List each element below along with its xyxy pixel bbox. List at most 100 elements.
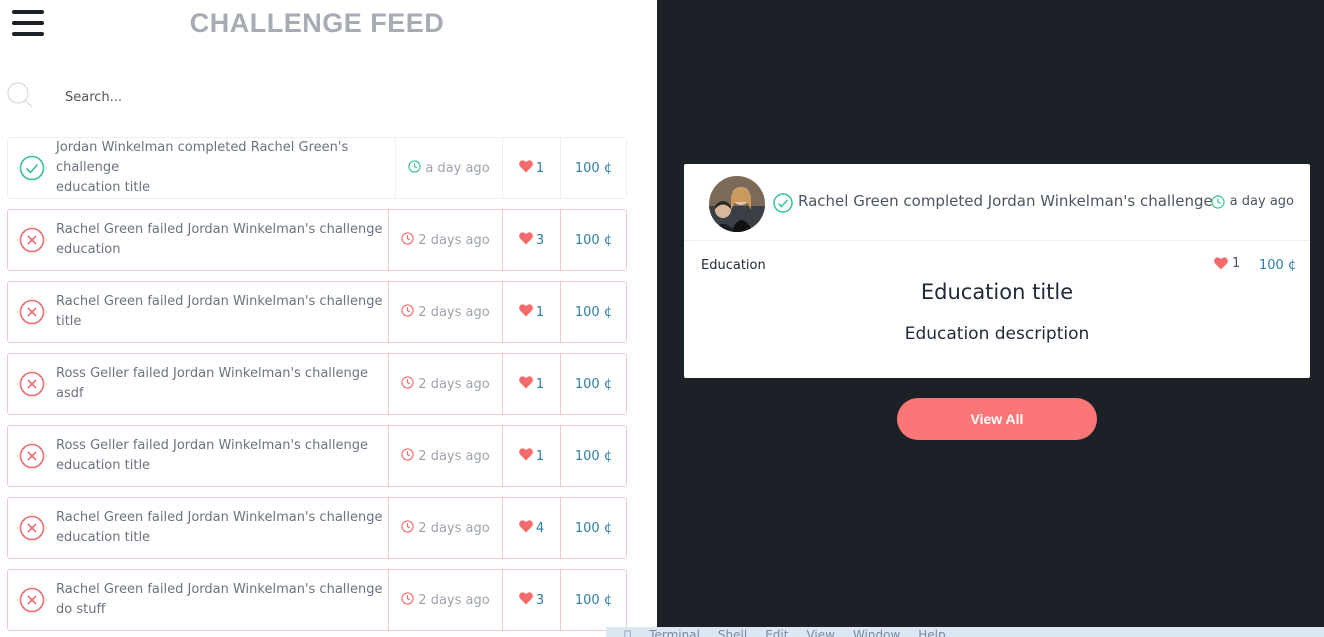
feed-row-time: 2 days ago <box>388 498 502 558</box>
feed-row-challenge: education title <box>56 530 151 545</box>
coin-value: 100 ¢ <box>560 354 626 414</box>
feed-row-text: Rachel Green failed Jordan Winkelman's c… <box>56 570 388 630</box>
feed-row-time: a day ago <box>395 138 502 198</box>
coin-value: 100 ¢ <box>560 570 626 630</box>
feed-row-challenge: education title <box>56 180 151 195</box>
search-input[interactable] <box>56 82 616 112</box>
coin-value: 100 ¢ <box>560 426 626 486</box>
like-button[interactable]: 1 <box>502 282 560 342</box>
os-menu-item[interactable]: Help <box>918 628 945 637</box>
x-circle-icon <box>8 282 56 342</box>
card-coins: 100 ¢ <box>1259 258 1297 273</box>
like-button[interactable]: 1 <box>502 138 560 198</box>
clock-icon <box>401 591 414 609</box>
feed-row-action: Ross Geller failed Jordan Winkelman's ch… <box>56 438 368 453</box>
heart-icon <box>519 303 533 321</box>
heart-icon <box>519 375 533 393</box>
card-category: Education <box>701 258 766 273</box>
feed-row-time: 2 days ago <box>388 570 502 630</box>
challenge-detail-card: Rachel Green completed Jordan Winkelman'… <box>684 164 1310 378</box>
feed-row[interactable]: Jordan Winkelman completed Rachel Green'… <box>7 137 627 199</box>
heart-icon <box>519 159 533 177</box>
like-button[interactable]: 3 <box>502 210 560 270</box>
feed-row[interactable]: Ross Geller failed Jordan Winkelman's ch… <box>7 425 627 487</box>
card-time-label: a day ago <box>1229 194 1294 209</box>
feed-row-time-label: 2 days ago <box>418 592 490 608</box>
feed-row-time-label: 2 days ago <box>418 448 490 464</box>
heart-icon <box>1214 257 1228 270</box>
card-title: Education title <box>920 280 1074 304</box>
feed-row-text: Rachel Green failed Jordan Winkelman's c… <box>56 498 388 558</box>
clock-icon <box>401 231 414 249</box>
feed-row-time: 2 days ago <box>388 426 502 486</box>
feed-row-challenge: education title <box>56 458 151 473</box>
feed-row-action: Rachel Green failed Jordan Winkelman's c… <box>56 582 383 597</box>
like-count: 4 <box>535 520 545 536</box>
os-menu-item[interactable]: View <box>806 628 834 637</box>
clock-icon <box>1211 194 1225 209</box>
card-description: Education description <box>904 324 1090 344</box>
check-circle-icon <box>8 138 56 198</box>
os-menu-item[interactable]: Shell <box>718 628 747 637</box>
page-title: CHALLENGE FEED <box>189 8 445 38</box>
feed-row-text: Jordan Winkelman completed Rachel Green'… <box>56 138 395 198</box>
os-menu-bar:  Terminal Shell Edit View Window Help <box>606 627 1324 637</box>
check-circle-icon <box>773 193 793 213</box>
like-button[interactable]: 3 <box>502 570 560 630</box>
like-button[interactable]: 1 <box>502 426 560 486</box>
like-count: 1 <box>535 448 545 464</box>
like-button[interactable]: 4 <box>502 498 560 558</box>
feed-row-challenge: do stuff <box>56 602 106 617</box>
coin-value: 100 ¢ <box>560 138 626 198</box>
feed-list: Jordan Winkelman completed Rachel Green'… <box>7 137 627 637</box>
feed-row-action: Rachel Green failed Jordan Winkelman's c… <box>56 222 383 237</box>
os-menu-item[interactable]: Window <box>853 628 900 637</box>
like-button[interactable]: 1 <box>502 354 560 414</box>
x-circle-icon <box>8 570 56 630</box>
heart-icon <box>519 519 533 537</box>
avatar[interactable] <box>709 176 765 232</box>
detail-panel: Rachel Green completed Jordan Winkelman'… <box>657 0 1324 637</box>
clock-icon <box>401 375 414 393</box>
feed-row-time: 2 days ago <box>388 354 502 414</box>
x-circle-icon <box>8 210 56 270</box>
like-count: 1 <box>535 376 545 392</box>
feed-row-text: Ross Geller failed Jordan Winkelman's ch… <box>56 354 388 414</box>
x-circle-icon <box>8 354 56 414</box>
card-header: Rachel Green completed Jordan Winkelman'… <box>684 164 1310 241</box>
like-count: 1 <box>535 304 545 320</box>
x-circle-icon <box>8 498 56 558</box>
os-menu-item[interactable]: Terminal <box>649 628 700 637</box>
view-all-button[interactable]: View All <box>897 398 1097 440</box>
feed-row-time: 2 days ago <box>388 210 502 270</box>
feed-row[interactable]: Ross Geller failed Jordan Winkelman's ch… <box>7 353 627 415</box>
feed-row-action: Rachel Green failed Jordan Winkelman's c… <box>56 294 383 309</box>
search-icon[interactable] <box>7 82 33 108</box>
feed-row-time-label: 2 days ago <box>418 304 490 320</box>
card-like-count: 1 <box>1232 256 1241 271</box>
feed-row-challenge: education <box>56 242 121 257</box>
clock-icon <box>401 519 414 537</box>
apple-icon[interactable]:  <box>624 628 631 637</box>
feed-row-action: Ross Geller failed Jordan Winkelman's ch… <box>56 366 368 381</box>
feed-row[interactable]: Rachel Green failed Jordan Winkelman's c… <box>7 569 627 631</box>
feed-row-text: Ross Geller failed Jordan Winkelman's ch… <box>56 426 388 486</box>
feed-row[interactable]: Rachel Green failed Jordan Winkelman's c… <box>7 209 627 271</box>
feed-row[interactable]: Rachel Green failed Jordan Winkelman's c… <box>7 497 627 559</box>
x-circle-icon <box>8 426 56 486</box>
card-like-button[interactable]: 1 <box>1214 256 1240 271</box>
coin-value: 100 ¢ <box>560 498 626 558</box>
feed-panel: CHALLENGE FEED Jordan Winkelman complete… <box>0 0 657 637</box>
clock-icon <box>401 447 414 465</box>
feed-row-time-label: a day ago <box>425 160 490 176</box>
feed-row[interactable]: Rachel Green failed Jordan Winkelman's c… <box>7 281 627 343</box>
card-time: a day ago <box>1211 194 1294 209</box>
feed-row-time: 2 days ago <box>388 282 502 342</box>
feed-row-action: Jordan Winkelman completed Rachel Green'… <box>56 140 349 175</box>
like-count: 3 <box>535 592 545 608</box>
coin-value: 100 ¢ <box>560 282 626 342</box>
clock-icon <box>408 159 421 177</box>
feed-row-time-label: 2 days ago <box>418 232 490 248</box>
os-menu-item[interactable]: Edit <box>765 628 788 637</box>
feed-row-challenge: title <box>56 314 82 329</box>
